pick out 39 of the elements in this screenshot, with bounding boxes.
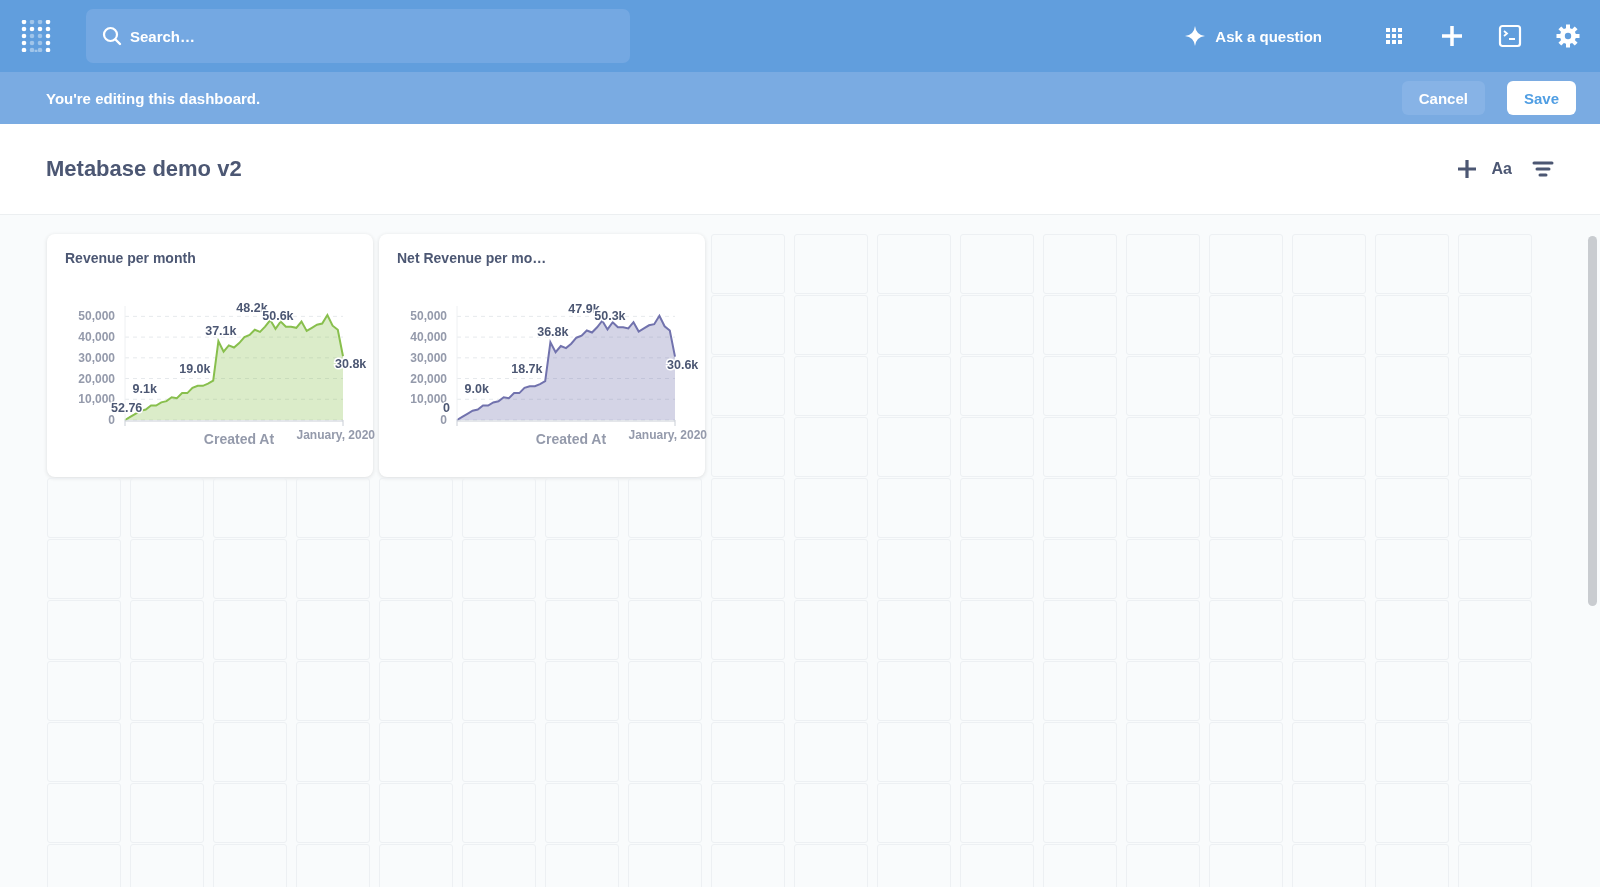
y-tick-label: 20,000	[410, 371, 447, 386]
y-tick-label: 50,000	[410, 309, 447, 324]
data-label: 37.1k	[205, 324, 237, 339]
editing-message: You're editing this dashboard.	[46, 89, 262, 107]
y-tick-label: 30,000	[410, 350, 447, 365]
save-button[interactable]: Save	[1506, 81, 1576, 115]
data-label: 18.7k	[511, 362, 543, 377]
data-label: 9.0k	[464, 382, 489, 397]
x-axis-title: Created At	[535, 431, 607, 447]
data-label: 30.8k	[335, 357, 367, 372]
settings-icon[interactable]	[1556, 24, 1580, 48]
data-label: 52.76	[111, 401, 143, 415]
data-label: 30.6k	[667, 357, 699, 372]
y-tick-label: 30,000	[78, 350, 115, 365]
text-card-button[interactable]: Aa	[1491, 160, 1512, 178]
sparkle-icon	[1185, 26, 1206, 46]
card-title: Revenue per month	[65, 250, 197, 266]
scrollbar[interactable]	[1588, 236, 1597, 606]
terminal-icon[interactable]	[1498, 24, 1522, 48]
y-tick-label: 40,000	[78, 330, 115, 345]
ask-question-button[interactable]: Ask a question	[1179, 25, 1328, 47]
data-label: 36.8k	[537, 324, 569, 339]
data-label: 19.0k	[179, 361, 211, 376]
card-title: Net Revenue per mo…	[397, 250, 548, 266]
dashboard-title[interactable]: Metabase demo v2	[46, 156, 1436, 182]
y-tick-label: 40,000	[410, 330, 447, 345]
y-tick-label: 0	[440, 413, 447, 427]
data-label: 9.1k	[132, 382, 157, 397]
data-label: 50.3k	[594, 309, 626, 324]
logo-icon[interactable]	[20, 20, 52, 52]
x-tick-label: January, 2020	[296, 428, 375, 442]
y-tick-label: 0	[108, 413, 115, 427]
y-tick-label: 50,000	[78, 309, 115, 324]
x-axis-title: Created At	[203, 431, 275, 447]
x-tick-label: January, 2020	[628, 428, 707, 442]
cancel-button[interactable]: Cancel	[1401, 81, 1485, 115]
search-field[interactable]: Search…	[86, 9, 630, 63]
plus-icon[interactable]	[1455, 158, 1478, 180]
y-tick-label: 20,000	[78, 371, 115, 386]
